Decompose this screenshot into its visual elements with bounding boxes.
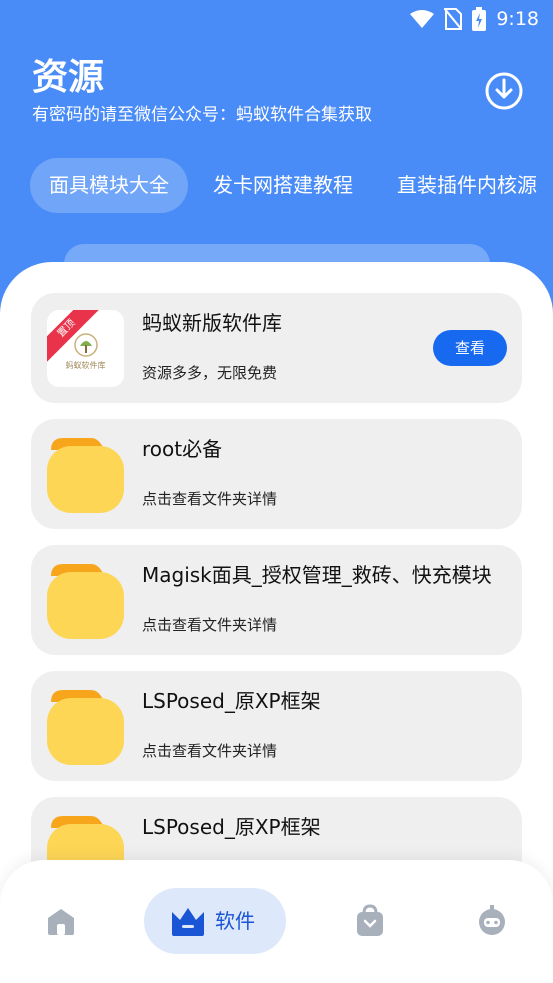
robot-icon — [479, 905, 505, 935]
list-item[interactable]: LSPosed_原XP框架 点击查看文件夹详情 — [31, 671, 522, 781]
list-item[interactable]: Magisk面具_授权管理_救砖、快充模块 点击查看文件夹详情 — [31, 545, 522, 655]
wifi-icon — [410, 9, 435, 29]
no-sim-icon — [444, 8, 463, 30]
tree-icon — [74, 333, 98, 357]
page-subtitle: 有密码的请至微信公众号：蚂蚁软件合集获取 — [32, 105, 372, 125]
nav-home[interactable] — [44, 888, 78, 954]
folder-icon — [47, 436, 124, 513]
nav-profile[interactable] — [476, 888, 508, 954]
item-title: LSPosed_原XP框架 — [142, 815, 321, 839]
tab-card-site-tutorial[interactable]: 发卡网搭建教程 — [194, 158, 372, 213]
list-item[interactable]: 置顶 蚂蚁软件库 蚂蚁新版软件库 资源多多，无限免费 查看 — [31, 293, 522, 403]
item-desc: 点击查看文件夹详情 — [142, 490, 278, 508]
battery-charging-icon — [472, 7, 487, 31]
app-logo: 置顶 蚂蚁软件库 — [47, 310, 124, 387]
item-title: root必备 — [142, 437, 223, 461]
view-button[interactable]: 查看 — [433, 330, 507, 366]
category-tabs: 面具模块大全 发卡网搭建教程 直装插件内核源 — [30, 158, 553, 213]
item-desc: 点击查看文件夹详情 — [142, 742, 278, 760]
resource-list: 置顶 蚂蚁软件库 蚂蚁新版软件库 资源多多，无限免费 查看 root必备 点击查… — [31, 293, 522, 923]
folder-icon — [47, 688, 124, 765]
folder-icon — [47, 562, 124, 639]
nav-store[interactable] — [354, 888, 386, 954]
tab-direct-plugins[interactable]: 直装插件内核源 — [378, 158, 553, 213]
bag-icon — [357, 904, 383, 936]
item-title: LSPosed_原XP框架 — [142, 689, 321, 713]
tab-mask-modules[interactable]: 面具模块大全 — [30, 158, 188, 213]
item-desc: 点击查看文件夹详情 — [142, 616, 278, 634]
bottom-nav: 软件 — [0, 860, 553, 983]
item-desc: 资源多多，无限免费 — [142, 364, 278, 382]
download-icon — [485, 72, 523, 110]
logo-text: 蚂蚁软件库 — [65, 361, 106, 370]
nav-software-label: 软件 — [215, 909, 255, 933]
home-icon — [48, 909, 74, 935]
page-title: 资源 — [32, 57, 105, 98]
download-button[interactable] — [484, 71, 524, 111]
status-time: 9:18 — [496, 8, 539, 30]
nav-software[interactable]: 软件 — [144, 888, 286, 954]
crown-icon — [172, 908, 204, 936]
status-bar: 9:18 — [0, 0, 553, 38]
item-title: Magisk面具_授权管理_救砖、快充模块 — [142, 563, 492, 587]
list-item[interactable]: root必备 点击查看文件夹详情 — [31, 419, 522, 529]
